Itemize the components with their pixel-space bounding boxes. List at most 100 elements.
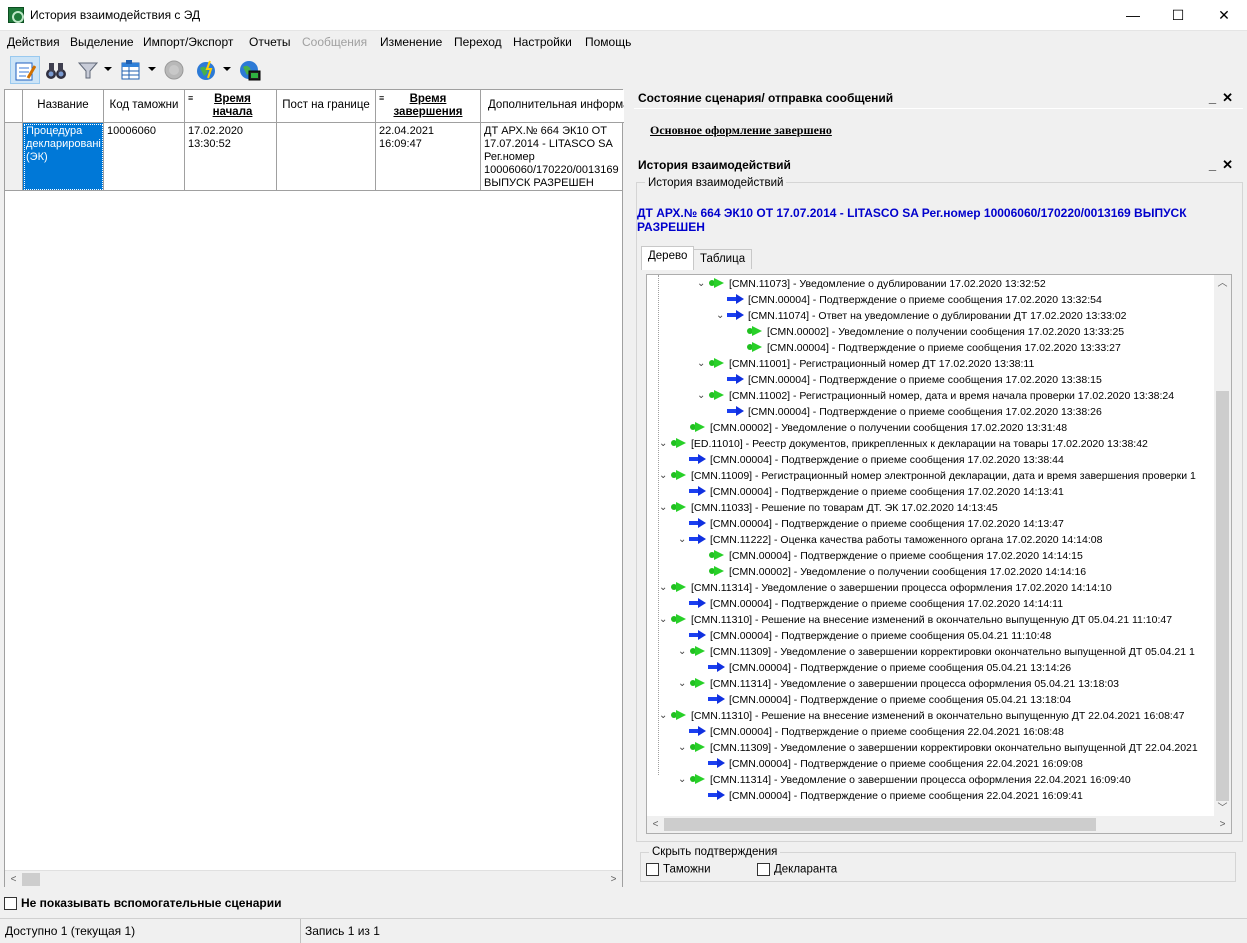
chevron-down-icon[interactable]: ⌄ [678,644,686,660]
chevron-down-icon[interactable]: ⌄ [697,356,705,372]
tree-node[interactable]: [CMN.00002] - Уведомление о получении со… [689,420,1067,436]
tree-node[interactable]: [CMN.00004] - Подтверждение о приеме соо… [708,548,1083,564]
tree-node[interactable]: ⌄ [CMN.11033] - Решение по товарам ДТ. ЭК… [659,500,998,516]
cell-end-time[interactable]: 22.04.2021 16:09:47 [376,123,481,191]
tree-node[interactable]: ⌄ [CMN.11074] - Ответ на уведомление о ду… [716,308,1127,324]
chevron-down-icon[interactable]: ⌄ [716,308,724,324]
tree-node[interactable]: ⌄ [CMN.11314] - Уведомление о завершении … [659,580,1112,596]
close-panel-icon[interactable]: ✕ [1222,157,1239,172]
tree-node[interactable]: ⌄ [CMN.11314] - Уведомление о завершении … [678,772,1131,788]
state-link[interactable]: Основное оформление завершено [650,123,832,138]
history-panel-buttons[interactable]: _✕ [1209,157,1239,173]
filter-dropdown-icon[interactable] [104,67,112,72]
chevron-down-icon[interactable]: ⌄ [659,580,667,596]
state-panel-buttons[interactable]: _✕ [1209,90,1239,106]
tree-node[interactable]: ⌄ [CMN.11009] - Регистрационный номер эле… [659,468,1196,484]
tree-node[interactable]: ⌄ [CMN.11309] - Уведомление о завершении … [678,644,1195,660]
collapse-icon[interactable]: _ [1209,90,1222,105]
globe-lightning-dropdown-icon[interactable] [223,67,231,72]
tree-node[interactable]: [CMN.00004] - Подтверждение о приеме соо… [689,516,1064,532]
cell-name[interactable]: Процедура декларировані (ЭК) [23,123,104,191]
tree-node[interactable]: ⌄ [CMN.11222] - Оценка качества работы та… [678,532,1102,548]
chevron-down-icon[interactable]: ⌄ [659,436,667,452]
tree-horizontal-scrollbar[interactable]: < > [647,816,1231,833]
chevron-down-icon[interactable]: ⌄ [697,388,705,404]
cell-extra-info[interactable]: ДТ АРХ.№ 664 ЭК10 ОТ 17.07.2014 - LITASC… [481,123,622,191]
scroll-right-icon[interactable]: > [1214,816,1231,833]
checkbox-box[interactable] [646,863,659,876]
binoculars-find-icon[interactable] [42,56,72,84]
tree-node[interactable]: [CMN.00004] - Подтверждение о приеме соо… [708,788,1083,804]
tree-node[interactable]: [CMN.00004] - Подтверждение о приеме соо… [708,692,1071,708]
declarant-checkbox[interactable]: Декларанта [757,863,837,876]
tree-node[interactable]: [CMN.00004] - Подтверждение о приеме соо… [708,756,1083,772]
cell-customs-code[interactable]: 10006060 [104,123,185,191]
tree-node[interactable]: [CMN.00004] - Подтверждение о приеме соо… [689,484,1064,500]
hide-aux-scenarios-checkbox[interactable]: Не показывать вспомогательные сценарии [4,896,281,912]
maximize-button[interactable]: ☐ [1155,0,1201,31]
tree-node[interactable]: [CMN.00002] - Уведомление о получении со… [708,564,1086,580]
column-header-start-time[interactable]: ≡ Время начала [185,90,277,123]
table-view-icon[interactable] [116,56,146,84]
chevron-down-icon[interactable]: ⌄ [678,676,686,692]
collapse-icon[interactable]: _ [1209,157,1222,172]
menu-settings[interactable]: Настройки [513,35,572,49]
column-header-customs-code[interactable]: Код таможни [104,90,185,123]
tree-node[interactable]: ⌄ [CMN.11309] - Уведомление о завершении … [678,740,1198,756]
chevron-down-icon[interactable]: ⌄ [678,532,686,548]
column-header-border-post[interactable]: Пост на границе [277,90,376,123]
tree-node[interactable]: [CMN.00004] - Подтверждение о приеме соо… [689,628,1051,644]
column-header-end-time[interactable]: ≡ Время завершения [376,90,481,123]
tree-node[interactable]: [CMN.00002] - Уведомление о получении со… [746,324,1124,340]
menu-actions[interactable]: Действия [7,35,60,49]
scroll-right-icon[interactable]: > [605,871,622,888]
tab-table[interactable]: Таблица [693,249,753,269]
tree-node[interactable]: [CMN.00004] - Подтверждение о приеме соо… [727,404,1102,420]
grid-scroll-thumb[interactable] [22,873,40,886]
edit-document-icon[interactable] [10,56,40,84]
tree-node[interactable]: ⌄ [CMN.11310] - Решение на внесение измен… [659,708,1185,724]
chevron-down-icon[interactable]: ⌄ [659,468,667,484]
grid-horizontal-scrollbar[interactable]: < > [5,870,622,887]
tree-node[interactable]: [CMN.00004] - Подтверждение о приеме соо… [689,596,1063,612]
tree-node[interactable]: ⌄ [CMN.11002] - Регистрационный номер, да… [697,388,1174,404]
tree-node[interactable]: [CMN.00004] - Подтверждение о приеме соо… [727,372,1102,388]
tree-node[interactable]: [CMN.00004] - Подтверждение о приеме соо… [689,452,1064,468]
tree-node[interactable]: [CMN.00004] - Подтверждение о приеме соо… [746,340,1121,356]
scroll-up-icon[interactable]: ︿ [1214,275,1231,292]
menu-reports[interactable]: Отчеты [249,35,290,49]
disabled-circle-icon[interactable] [160,56,190,84]
cell-start-time[interactable]: 17.02.2020 13:30:52 [185,123,277,191]
chevron-down-icon[interactable]: ⌄ [659,708,667,724]
chevron-down-icon[interactable]: ⌄ [678,772,686,788]
tree-node[interactable]: [CMN.00004] - Подтверждение о приеме соо… [689,724,1064,740]
filter-icon[interactable] [74,56,104,84]
tree-node[interactable]: [CMN.00004] - Подтверждение о приеме соо… [708,660,1071,676]
tree-node[interactable]: ⌄ [CMN.11310] - Решение на внесение измен… [659,612,1172,628]
pane-splitter[interactable] [624,370,630,550]
menu-change[interactable]: Изменение [380,35,442,49]
tree-node[interactable]: ⌄ [CMN.11001] - Регистрационный номер ДТ … [697,356,1034,372]
tree-hscroll-thumb[interactable] [664,818,1096,831]
chevron-down-icon[interactable]: ⌄ [659,612,667,628]
checkbox-box[interactable] [757,863,770,876]
column-header-extra-info[interactable]: Дополнительная информа [481,90,624,123]
chevron-down-icon[interactable]: ⌄ [678,740,686,756]
globe-monitor-icon[interactable] [235,56,265,84]
tab-tree[interactable]: Дерево [641,246,695,270]
tree-node[interactable]: ⌄ [ED.11010] - Реестр документов, прикреп… [659,436,1148,452]
tree-vscroll-thumb[interactable] [1216,391,1229,801]
tree-node[interactable]: ⌄ [CMN.11314] - Уведомление о завершении … [678,676,1119,692]
close-button[interactable]: ✕ [1201,0,1247,31]
customs-checkbox[interactable]: Таможни [646,863,711,876]
menu-messages[interactable]: Сообщения [302,35,367,49]
menu-selection[interactable]: Выделение [70,35,134,49]
column-header-name[interactable]: Название [23,90,104,123]
menu-navigate[interactable]: Переход [454,35,502,49]
checkbox-box[interactable] [4,897,17,911]
menu-help[interactable]: Помощь [585,35,631,49]
tree-vertical-scrollbar[interactable]: ︿ ﹀ [1214,275,1231,817]
menu-import-export[interactable]: Импорт/Экспорт [143,35,233,49]
close-panel-icon[interactable]: ✕ [1222,90,1239,105]
row-indicator[interactable] [5,123,23,191]
